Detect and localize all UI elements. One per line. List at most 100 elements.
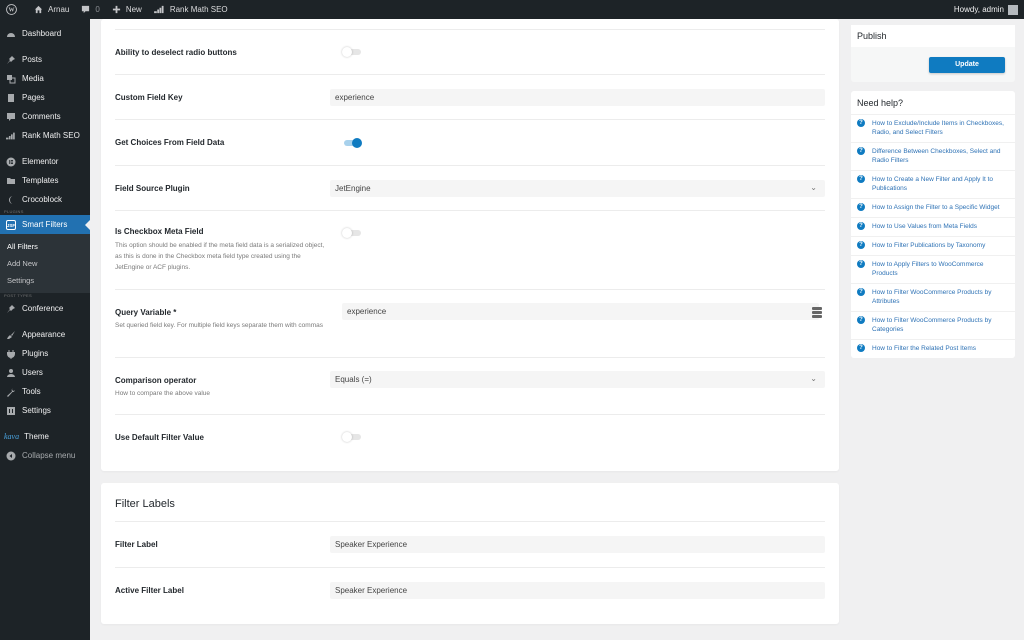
setting-active-filter-label: Active Filter Label Speaker Experience [115,567,825,612]
question-icon: ? [857,222,865,230]
setting-label: Custom Field Key [115,92,183,102]
sidebar-item-users[interactable]: Users [0,363,90,382]
help-link[interactable]: ? How to Filter the Related Post Items [851,340,1015,358]
sidebar-item-appearance[interactable]: Appearance [0,325,90,344]
question-icon: ? [857,241,865,249]
question-icon: ? [857,147,865,155]
setting-description: Set queried field key. For multiple fiel… [115,322,323,329]
sidebar-item-comments[interactable]: Comments [0,107,90,126]
setting-label: Active Filter Label [115,585,184,595]
setting-label: Field Source Plugin [115,183,190,193]
database-icon[interactable] [812,307,822,318]
sidebar-item-conference[interactable]: Conference [0,299,90,318]
dashboard-icon [6,29,16,39]
comparison-operator-select[interactable]: Equals (=) ⌄ [330,371,825,388]
help-link[interactable]: ? Difference Between Checkboxes, Select a… [851,143,1015,171]
sidebar-item-label: Dashboard [22,29,62,38]
input-value: Speaker Experience [335,540,408,549]
help-link-text: Difference Between Checkboxes, Select an… [872,148,1001,164]
collapse-icon [6,451,16,461]
sidebar-item-label: Plugins [22,349,49,358]
help-link-text: How to Filter WooCommerce Products by At… [872,289,992,305]
help-link[interactable]: ? How to Filter WooCommerce Products by C… [851,312,1015,340]
comment-icon [6,112,16,122]
sidebar-item-label: Rank Math SEO [22,131,80,140]
admin-bar: W Arnau 0 New Rank Math SEO Howdy, admin [0,0,1024,19]
setting-description: How to compare the above value [115,390,211,397]
howdy-text: Howdy, admin [953,5,1004,14]
input-value: experience [335,92,375,102]
rankmath-link[interactable]: Rank Math SEO [148,0,234,19]
question-icon: ? [857,175,865,183]
help-link-text: How to Exclude/Include Items in Checkbox… [872,120,1004,136]
help-link-text: How to Filter Publications by Taxonomy [872,242,986,249]
sidebar-item-crocoblock[interactable]: Crocoblock [0,190,90,209]
setting-comparison-operator: Comparison operator How to compare the a… [115,357,825,414]
sidebar-item-theme[interactable]: kava Theme [0,427,90,446]
help-link[interactable]: ? How to Use Values from Meta Fields [851,218,1015,237]
wordpress-logo-button[interactable]: W [0,0,28,19]
sidebar-item-pages[interactable]: Pages [0,88,90,107]
wordpress-icon: W [6,4,17,15]
sidebar-item-label: Media [22,74,44,83]
svg-text:JSF: JSF [7,223,16,228]
submenu-add-new[interactable]: Add New [0,255,90,272]
deselect-radio-toggle[interactable] [342,47,362,57]
query-variable-input[interactable]: experience [342,303,819,320]
help-link-text: How to Apply Filters to WooCommerce Prod… [872,261,984,277]
comments-link[interactable]: 0 [75,0,105,19]
help-link[interactable]: ? How to Filter Publications by Taxonomy [851,237,1015,256]
sidebar-item-media[interactable]: Media [0,69,90,88]
help-link[interactable]: ? How to Assign the Filter to a Specific … [851,199,1015,218]
sidebar-item-label: Tools [22,387,41,396]
help-title: Need help? [851,91,1015,115]
input-value: experience [347,307,387,316]
sidebar-item-smart-filters[interactable]: JSF Smart Filters [0,215,90,234]
setting-custom-field-key: Custom Field Key experience [115,74,825,119]
default-filter-value-toggle[interactable] [342,432,362,442]
help-link[interactable]: ? How to Create a New Filter and Apply It… [851,171,1015,199]
sidebar-item-dashboard[interactable]: Dashboard [0,24,90,43]
publish-title: Publish [851,25,1015,47]
help-link-text: How to Filter the Related Post Items [872,345,977,352]
elementor-icon [6,157,16,167]
sidebar-item-plugins[interactable]: Plugins [0,344,90,363]
new-content-link[interactable]: New [106,0,148,19]
sidebar-item-label: Theme [24,432,50,441]
setting-default-filter-value: Use Default Filter Value [115,414,825,459]
submenu-settings[interactable]: Settings [0,272,90,289]
site-name-link[interactable]: Arnau [28,0,75,19]
user-icon [6,368,16,378]
sidebar-item-label: Pages [22,93,45,102]
my-account-link[interactable]: Howdy, admin [953,4,1024,15]
comments-count: 0 [95,5,100,14]
filter-label-input[interactable]: Speaker Experience [330,536,825,553]
help-box: Need help? ? How to Exclude/Include Items… [851,91,1015,358]
rankmath-icon [6,131,16,141]
field-source-plugin-select[interactable]: JetEngine ⌄ [330,179,825,197]
sidebar-item-templates[interactable]: Templates [0,171,90,190]
update-button[interactable]: Update [929,56,1005,73]
choices-from-field-toggle[interactable] [342,137,362,148]
help-link[interactable]: ? How to Filter WooCommerce Products by A… [851,284,1015,312]
help-link[interactable]: ? How to Exclude/Include Items in Checkbo… [851,115,1015,143]
pin-icon [6,304,16,314]
help-link[interactable]: ? How to Apply Filters to WooCommerce Pro… [851,256,1015,284]
sidebar-item-tools[interactable]: Tools [0,382,90,401]
active-filter-label-input[interactable]: Speaker Experience [330,581,825,599]
submenu-all-filters[interactable]: All Filters [0,238,90,255]
sidebar-item-rankmath[interactable]: Rank Math SEO [0,126,90,145]
collapse-menu-button[interactable]: Collapse menu [0,446,90,465]
sidebar-item-label: Comments [22,112,61,121]
sidebar-item-settings[interactable]: Settings [0,401,90,420]
svg-text:W: W [8,8,14,14]
checkbox-meta-toggle[interactable] [342,228,362,238]
custom-field-key-input[interactable]: experience [330,88,825,106]
pin-icon [6,55,16,65]
sidebar-item-posts[interactable]: Posts [0,50,90,69]
filter-settings-area: Ability to deselect radio buttons Custom… [101,19,839,624]
folder-icon [6,176,16,186]
sidebar-item-elementor[interactable]: Elementor [0,152,90,171]
setting-filter-label: Filter Label Speaker Experience [115,521,825,567]
setting-choices-from-field: Get Choices From Field Data [115,119,825,165]
